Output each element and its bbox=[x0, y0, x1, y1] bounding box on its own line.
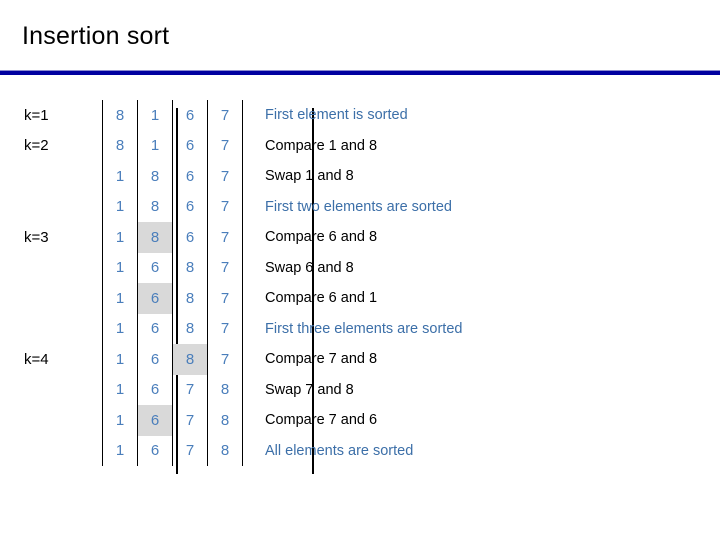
array-cell: 1 bbox=[102, 435, 138, 466]
array-cell: 8 bbox=[137, 222, 173, 253]
iteration-label: k=3 bbox=[24, 228, 49, 246]
table-row: k=3 1 8 6 7 Compare 6 and 8 bbox=[0, 222, 462, 253]
array-cell: 1 bbox=[102, 161, 138, 192]
iteration-label bbox=[0, 436, 103, 467]
array-cell: 1 bbox=[102, 405, 138, 436]
table-row: 1 6 8 7 Swap 6 and 8 bbox=[0, 252, 462, 284]
array-cell: 7 bbox=[207, 130, 243, 161]
array-cell: 6 bbox=[172, 222, 208, 253]
step-description: First element is sorted bbox=[265, 107, 408, 124]
iteration-label: k=4 bbox=[24, 350, 49, 368]
table-row: k=1 8 1 6 7 First element is sorted bbox=[0, 100, 462, 131]
array-cell: 8 bbox=[172, 252, 208, 283]
iteration-label bbox=[0, 405, 103, 436]
array-cell: 1 bbox=[137, 100, 173, 131]
step-description: Compare 6 and 1 bbox=[265, 290, 378, 307]
table-row: 1 6 7 8 Swap 7 and 8 bbox=[0, 374, 462, 406]
array-cell: 7 bbox=[207, 283, 243, 314]
array-cell: 7 bbox=[207, 161, 243, 192]
array-cell: 8 bbox=[172, 283, 208, 314]
array-cell: 8 bbox=[172, 344, 208, 375]
array-cell: 7 bbox=[172, 374, 208, 405]
array-cell: 1 bbox=[102, 252, 138, 283]
table-row: 1 8 6 7 Swap 1 and 8 bbox=[0, 161, 462, 192]
array-cell: 8 bbox=[172, 313, 208, 344]
array-cell: 7 bbox=[207, 191, 243, 222]
array-cell: 6 bbox=[172, 161, 208, 192]
array-cell: 1 bbox=[102, 222, 138, 253]
page-title: Insertion sort bbox=[22, 22, 170, 50]
array-cell: 6 bbox=[172, 130, 208, 161]
iteration-label bbox=[0, 192, 103, 223]
array-cell: 7 bbox=[172, 435, 208, 466]
title-divider bbox=[0, 70, 720, 75]
iteration-label bbox=[0, 161, 103, 192]
array-cell: 7 bbox=[207, 313, 243, 344]
array-cell: 1 bbox=[102, 313, 138, 344]
array-cell: 8 bbox=[137, 161, 173, 192]
array-cell: 6 bbox=[137, 313, 173, 344]
array-cell: 6 bbox=[137, 283, 173, 314]
step-description: All elements are sorted bbox=[265, 442, 414, 459]
array-cell: 8 bbox=[102, 100, 138, 131]
step-description: Compare 6 and 8 bbox=[265, 229, 378, 246]
array-cell: 6 bbox=[137, 435, 173, 466]
step-description: Compare 7 and 6 bbox=[265, 412, 378, 429]
iteration-label: k=1 bbox=[24, 106, 49, 124]
table-row: 1 6 7 8 All elements are sorted bbox=[0, 435, 462, 467]
table-row: 1 8 6 7 First two elements are sorted bbox=[0, 191, 462, 223]
array-cell: 7 bbox=[207, 222, 243, 253]
table-row: k=4 1 6 8 7 Compare 7 and 8 bbox=[0, 344, 462, 375]
array-cell: 8 bbox=[207, 405, 243, 436]
step-description: First three elements are sorted bbox=[265, 320, 463, 337]
array-cell: 1 bbox=[102, 191, 138, 222]
array-cell: 1 bbox=[102, 283, 138, 314]
array-cell: 7 bbox=[207, 252, 243, 283]
array-cell: 1 bbox=[102, 344, 138, 375]
array-cell: 6 bbox=[137, 405, 173, 436]
array-cell: 7 bbox=[172, 405, 208, 436]
insertion-sort-steps: k=1 8 1 6 7 First element is sorted k=2 8 1 6 7 Com… bbox=[0, 100, 720, 466]
iteration-label: k=2 bbox=[24, 137, 49, 155]
array-cell: 1 bbox=[102, 374, 138, 405]
table-row: 1 6 8 7 Compare 6 and 1 bbox=[0, 283, 462, 314]
iteration-label bbox=[0, 253, 103, 284]
array-cell: 8 bbox=[207, 374, 243, 405]
array-cell: 7 bbox=[207, 344, 243, 375]
step-description: Compare 1 and 8 bbox=[265, 137, 378, 154]
step-description: Swap 6 and 8 bbox=[265, 259, 354, 276]
slide: Insertion sort k=1 8 1 6 7 First element is s… bbox=[0, 0, 720, 540]
iteration-label bbox=[0, 375, 103, 406]
array-cell: 8 bbox=[102, 130, 138, 161]
array-cell: 1 bbox=[137, 130, 173, 161]
array-cell: 6 bbox=[137, 252, 173, 283]
iteration-label bbox=[0, 283, 103, 314]
step-description: Swap 1 and 8 bbox=[265, 168, 354, 185]
array-cell: 8 bbox=[137, 191, 173, 222]
array-cell: 6 bbox=[137, 374, 173, 405]
array-cell: 7 bbox=[207, 100, 243, 131]
step-description: Swap 7 and 8 bbox=[265, 381, 354, 398]
table-row: 1 6 8 7 First three elements are sorted bbox=[0, 313, 463, 345]
table-row: 1 6 7 8 Compare 7 and 6 bbox=[0, 405, 462, 436]
array-cell: 6 bbox=[172, 191, 208, 222]
step-description: First two elements are sorted bbox=[265, 198, 452, 215]
iteration-label bbox=[0, 314, 103, 345]
array-cell: 8 bbox=[207, 435, 243, 466]
table-row: k=2 8 1 6 7 Compare 1 and 8 bbox=[0, 130, 462, 161]
steps-table: k=1 8 1 6 7 First element is sorted k=2 8 1 6 7 Com… bbox=[0, 100, 462, 466]
array-cell: 6 bbox=[137, 344, 173, 375]
step-description: Compare 7 and 8 bbox=[265, 351, 378, 368]
array-cell: 6 bbox=[172, 100, 208, 131]
